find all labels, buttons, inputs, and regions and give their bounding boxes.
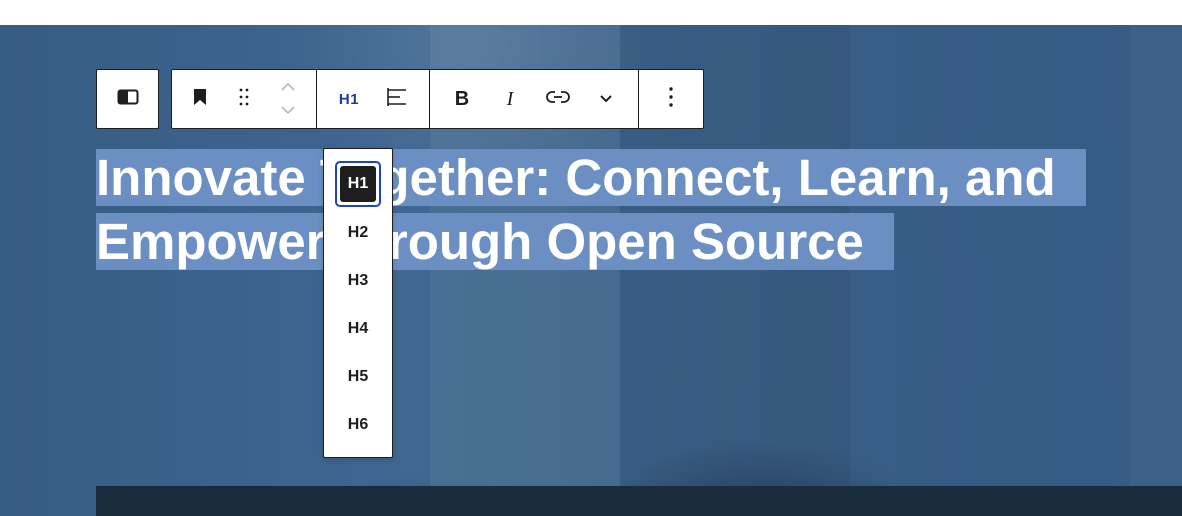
format-group: B I xyxy=(430,70,639,128)
heading-level-option-label: H6 xyxy=(347,416,369,433)
heading-level-option-label: H5 xyxy=(347,368,369,385)
heading-level-label: H1 xyxy=(338,90,360,108)
heading-level-option-h1[interactable]: H1 xyxy=(324,161,392,207)
heading-level-option-label: H1 xyxy=(340,166,376,202)
chevron-down-icon xyxy=(599,90,613,108)
bookmark-icon xyxy=(193,88,207,111)
background-shade xyxy=(1130,25,1182,516)
selected-heading-text[interactable]: Innovate Together: Connect, Learn, and E… xyxy=(96,149,1086,270)
more-formatting-button[interactable] xyxy=(586,70,626,128)
drag-handle-icon xyxy=(238,87,250,112)
link-icon xyxy=(546,90,570,109)
block-switcher-toolbar xyxy=(96,69,159,129)
chevron-up-icon[interactable] xyxy=(280,78,296,96)
top-bar xyxy=(0,0,1182,25)
more-vertical-icon xyxy=(668,86,674,113)
page-heading[interactable]: Innovate Together: Connect, Learn, and E… xyxy=(96,146,1136,274)
options-group xyxy=(639,70,703,128)
heading-level-option-h6[interactable]: H6 xyxy=(324,405,392,445)
block-toolbar: H1 B I xyxy=(171,69,704,129)
bold-button[interactable]: B xyxy=(442,70,482,128)
heading-level-option-label: H2 xyxy=(347,224,369,241)
heading-controls-group: H1 xyxy=(317,70,430,128)
drag-handle[interactable] xyxy=(227,70,261,128)
chevron-down-icon[interactable] xyxy=(280,102,296,120)
heading-level-button[interactable]: H1 xyxy=(329,70,369,128)
heading-level-option-h5[interactable]: H5 xyxy=(324,357,392,397)
italic-button[interactable]: I xyxy=(490,70,530,128)
focus-ring: H1 xyxy=(335,161,381,207)
next-block-panel[interactable] xyxy=(96,486,1182,516)
heading-level-option-h2[interactable]: H2 xyxy=(324,213,392,253)
bookmark-button[interactable] xyxy=(183,70,217,128)
heading-level-option-h4[interactable]: H4 xyxy=(324,309,392,349)
block-switcher-button[interactable] xyxy=(108,70,148,128)
heading-level-dropdown: H1 H2 H3 H4 H5 H6 xyxy=(323,148,393,458)
italic-label: I xyxy=(506,87,514,110)
block-mover xyxy=(271,70,305,128)
align-left-icon xyxy=(386,87,408,112)
column-block-icon xyxy=(117,89,139,110)
link-button[interactable] xyxy=(538,70,578,128)
align-text-button[interactable] xyxy=(377,70,417,128)
heading-level-option-label: H4 xyxy=(347,320,369,337)
bold-label: B xyxy=(454,87,470,110)
block-options-button[interactable] xyxy=(651,70,691,128)
heading-level-option-h3[interactable]: H3 xyxy=(324,261,392,301)
block-mover-group xyxy=(172,70,317,128)
heading-level-option-label: H3 xyxy=(347,272,369,289)
